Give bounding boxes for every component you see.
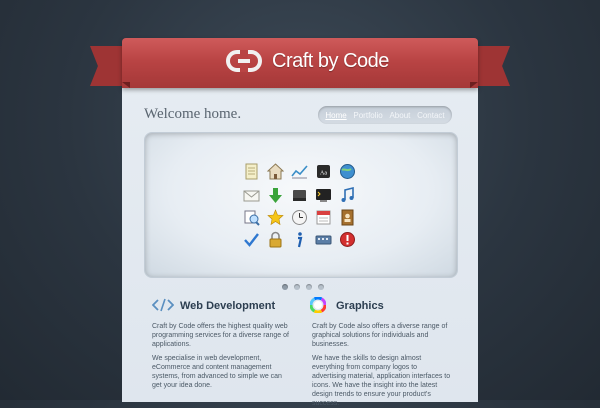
brand-name-part1: Craft [272,49,313,72]
section-graphics-paragraph-1: Craft by Code also offers a diverse rang… [312,323,448,348]
chart-icon [291,165,308,179]
clock-icon [292,210,307,225]
keyboard-icon [315,235,332,245]
brand-name-part3: Code [343,49,389,72]
slider-pagination [282,284,324,290]
ribbon-tail-left [90,46,126,86]
download-icon [269,188,282,203]
main-nav: Home Portfolio About Contact [318,106,452,124]
alert-icon [340,232,355,247]
chain-link-icon [226,50,262,72]
lock-icon [269,231,282,248]
svg-text:Aa: Aa [320,171,327,177]
music-note-icon [341,187,354,202]
preview-icon [244,210,260,226]
checkmark-icon [244,233,259,247]
dictionary-icon: Aa [317,165,330,178]
brand-name-part2: by [312,49,344,72]
nav-item-contact[interactable]: Contact [417,111,445,120]
ribbon-tail-right [474,46,510,86]
icon-grid: Aa [241,161,365,251]
harddrive-icon [293,190,306,201]
brand-name: Craft by Code [272,50,389,73]
welcome-heading: Welcome home. [144,106,242,122]
nav-item-about[interactable]: About [389,111,410,120]
color-wheel-icon [310,297,326,313]
section-web-paragraph-1: Craft by Code offers the highest quality… [152,323,289,348]
code-icon [152,298,174,312]
section-web-paragraph-2: We specialise in web development, eComme… [152,355,282,389]
terminal-icon [316,189,331,202]
nav-item-home[interactable]: Home [325,111,346,120]
section-title-graphics: Graphics [336,300,384,312]
section-title-web: Web Development [180,300,276,312]
info-icon [297,232,303,248]
home-icon [267,163,284,180]
globe-icon [340,164,355,179]
address-book-icon [341,209,354,226]
mail-icon [243,190,260,202]
slider-dot-1[interactable] [282,284,288,290]
brand-logo[interactable]: Craft by Code [226,47,389,75]
star-icon [267,209,284,226]
slider-dot-4[interactable] [318,284,324,290]
notepad-icon [245,163,258,180]
slider-dot-3[interactable] [306,284,312,290]
calendar-icon [316,210,331,225]
slider-dot-2[interactable] [294,284,300,290]
nav-item-portfolio[interactable]: Portfolio [353,111,382,120]
